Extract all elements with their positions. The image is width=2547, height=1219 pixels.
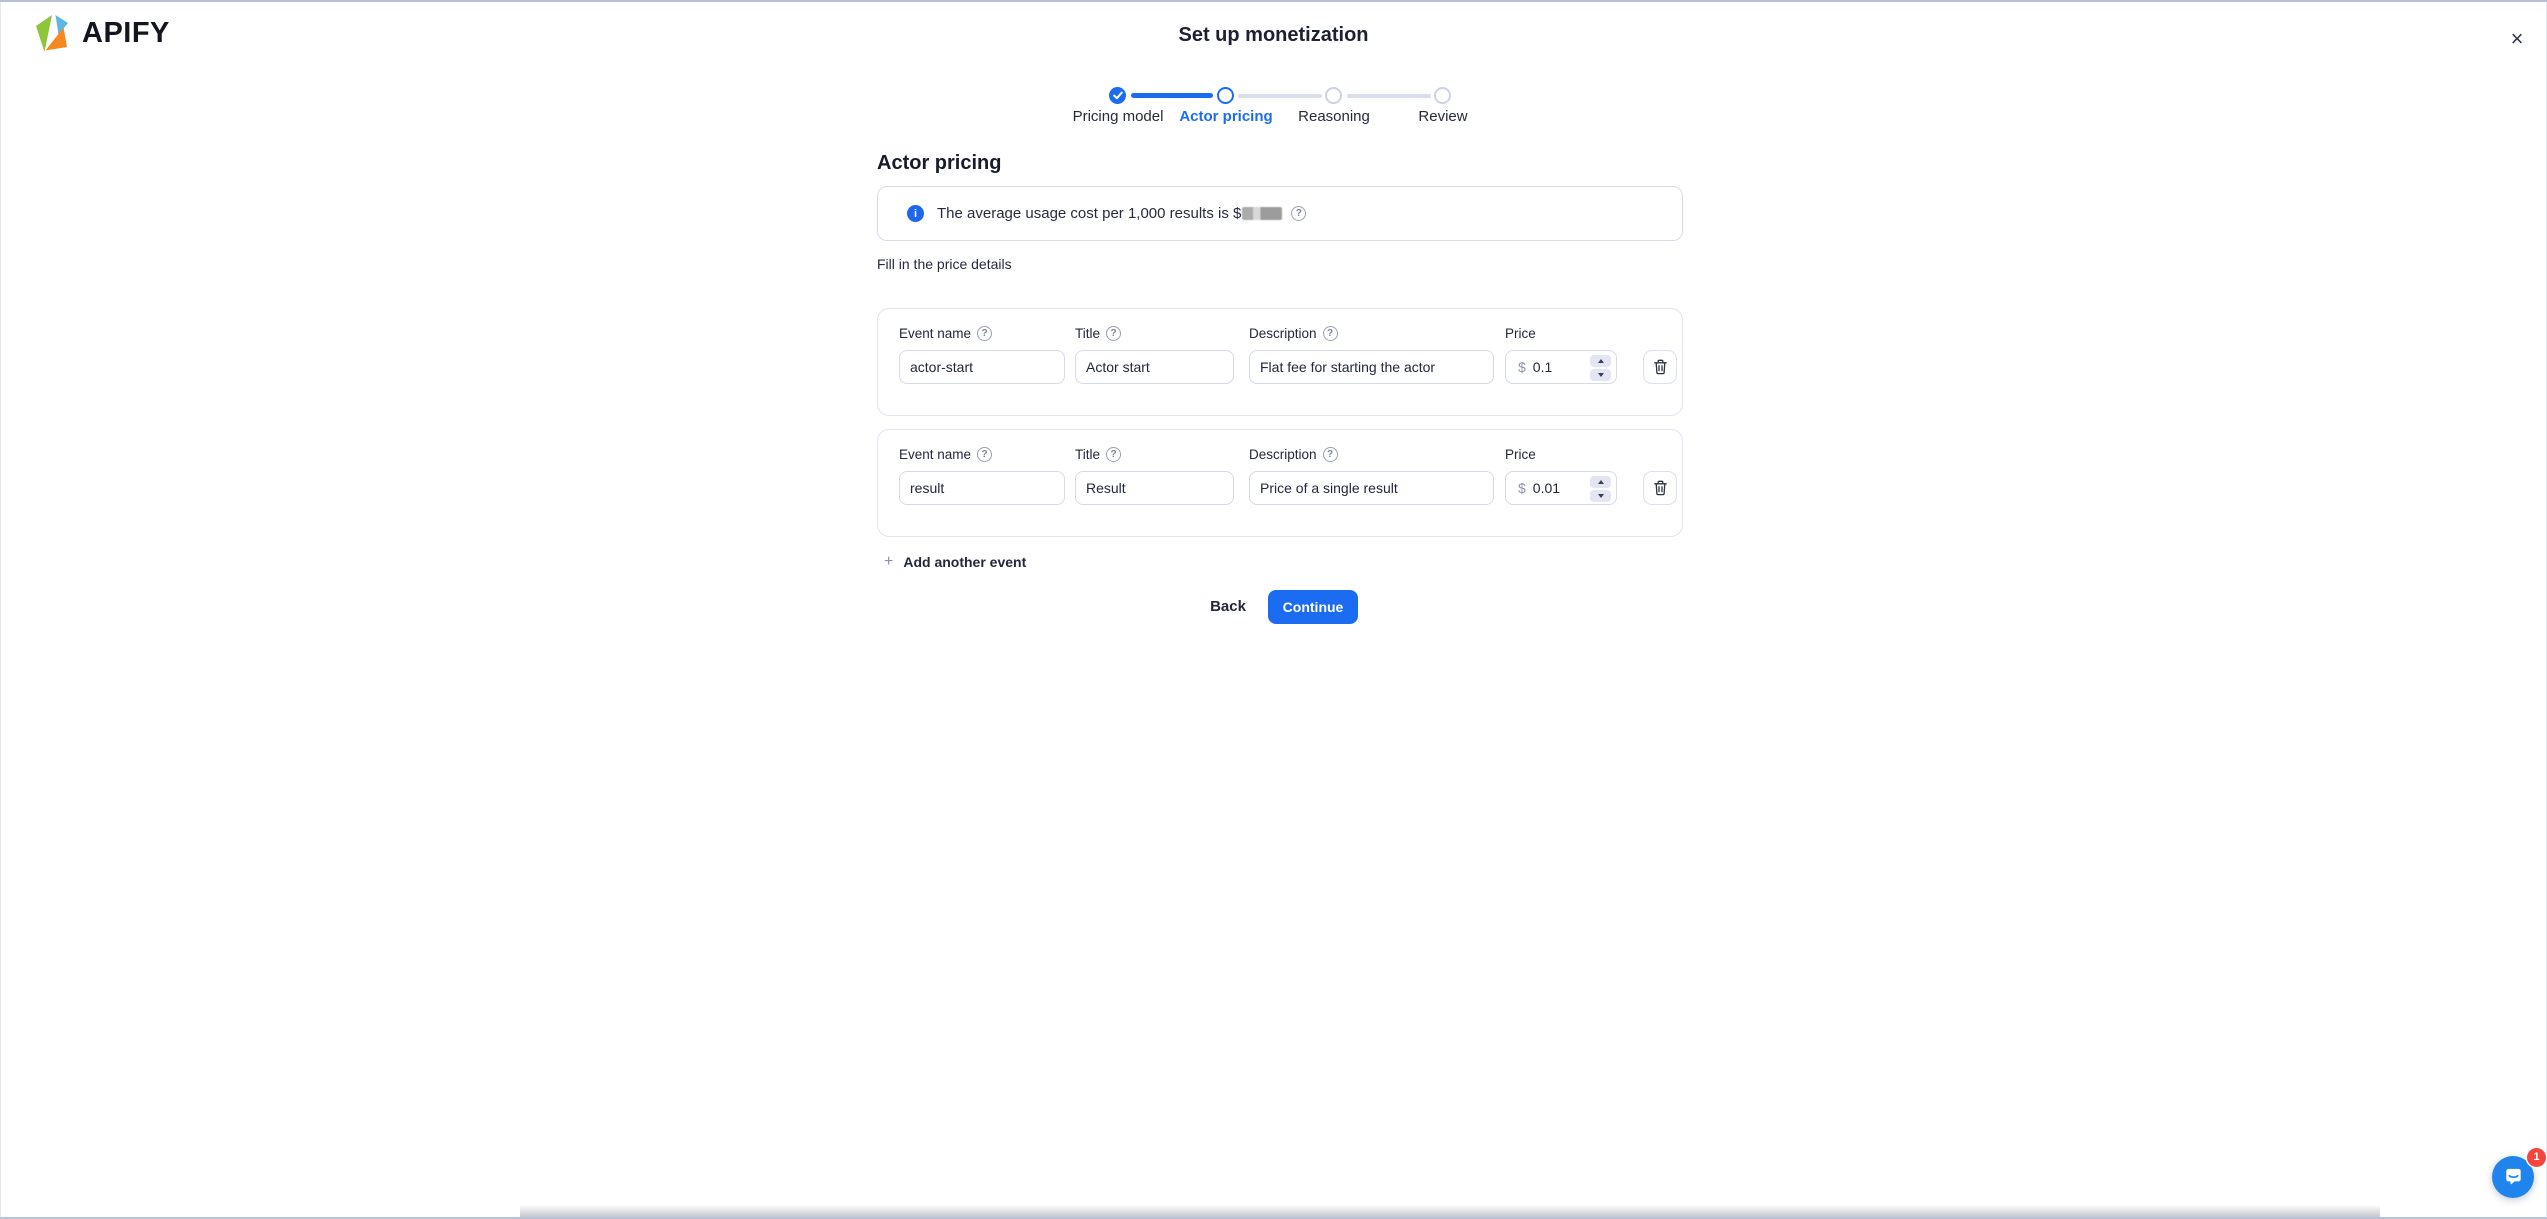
event-name-label: Event name? [899,447,992,462]
price-input-group: $ [1505,471,1617,505]
help-icon[interactable]: ? [1106,326,1121,341]
stepper-down-button[interactable] [1590,369,1611,381]
add-another-event-button[interactable]: + Add another event [884,553,1026,571]
info-icon: i [907,205,924,222]
step-label-reasoning[interactable]: Reasoning [1298,108,1370,125]
redacted-value [1242,207,1282,220]
help-icon[interactable]: ? [1291,206,1306,221]
stepper-up-button[interactable] [1590,355,1611,367]
help-icon[interactable]: ? [1323,447,1338,462]
step-label-actor-pricing[interactable]: Actor pricing [1179,108,1272,125]
price-label: Price [1505,326,1536,341]
step-label-pricing-model[interactable]: Pricing model [1073,108,1164,125]
currency-symbol: $ [1518,480,1526,496]
price-stepper [1590,355,1611,381]
step-label-review[interactable]: Review [1418,108,1467,125]
help-icon[interactable]: ? [1106,447,1121,462]
step-active-circle[interactable] [1217,87,1234,104]
stepper-connector [1131,93,1213,98]
price-stepper [1590,476,1611,502]
help-icon[interactable]: ? [977,447,992,462]
title-input[interactable] [1075,350,1234,384]
title-label: Title? [1075,326,1121,341]
help-icon[interactable]: ? [977,326,992,341]
title-label: Title? [1075,447,1121,462]
description-label: Description? [1249,447,1338,462]
price-input-group: $ [1505,350,1617,384]
info-banner: i The average usage cost per 1,000 resul… [877,186,1683,241]
help-icon[interactable]: ? [1323,326,1338,341]
monetization-setup-page: { "header": { "brand": "APIFY", "title":… [0,0,2547,1219]
title-input[interactable] [1075,471,1234,505]
step-upcoming-circle[interactable] [1434,87,1451,104]
trash-icon [1653,480,1668,496]
stepper-up-button[interactable] [1590,476,1611,488]
price-input[interactable] [1533,480,1579,496]
plus-icon: + [884,553,893,571]
description-label: Description? [1249,326,1338,341]
delete-event-button[interactable] [1643,471,1677,505]
arrow-up-icon [1598,480,1604,484]
subheading: Fill in the price details [877,256,1012,272]
arrow-up-icon [1598,359,1604,363]
pricing-event-card: Event name? Title? Description? Price $ [877,308,1683,416]
add-another-event-label: Add another event [903,554,1026,570]
arrow-down-icon [1598,494,1604,498]
description-input[interactable] [1249,471,1494,505]
check-icon [1113,91,1123,100]
event-name-label: Event name? [899,326,992,341]
step-upcoming-circle[interactable] [1325,87,1342,104]
chat-bubble-icon [2502,1166,2525,1189]
arrow-down-icon [1598,373,1604,377]
section-heading: Actor pricing [877,152,1001,175]
trash-icon [1653,359,1668,375]
stepper-down-button[interactable] [1590,490,1611,502]
description-input[interactable] [1249,350,1494,384]
stepper-connector [1238,94,1322,98]
price-label: Price [1505,447,1536,462]
stepper-connector [1347,94,1431,98]
delete-event-button[interactable] [1643,350,1677,384]
close-icon[interactable]: × [2500,22,2534,56]
step-complete-circle[interactable] [1109,87,1126,104]
event-name-input[interactable] [899,350,1065,384]
info-banner-text: The average usage cost per 1,000 results… [937,205,1284,222]
currency-symbol: $ [1518,359,1526,375]
back-button[interactable]: Back [1198,598,1258,615]
notification-badge[interactable]: 1 [2527,1148,2546,1167]
pricing-event-card: Event name? Title? Description? Price $ [877,429,1683,537]
page-title: Set up monetization [0,24,2547,47]
price-input[interactable] [1533,359,1579,375]
continue-button[interactable]: Continue [1268,590,1358,624]
event-name-input[interactable] [899,471,1065,505]
